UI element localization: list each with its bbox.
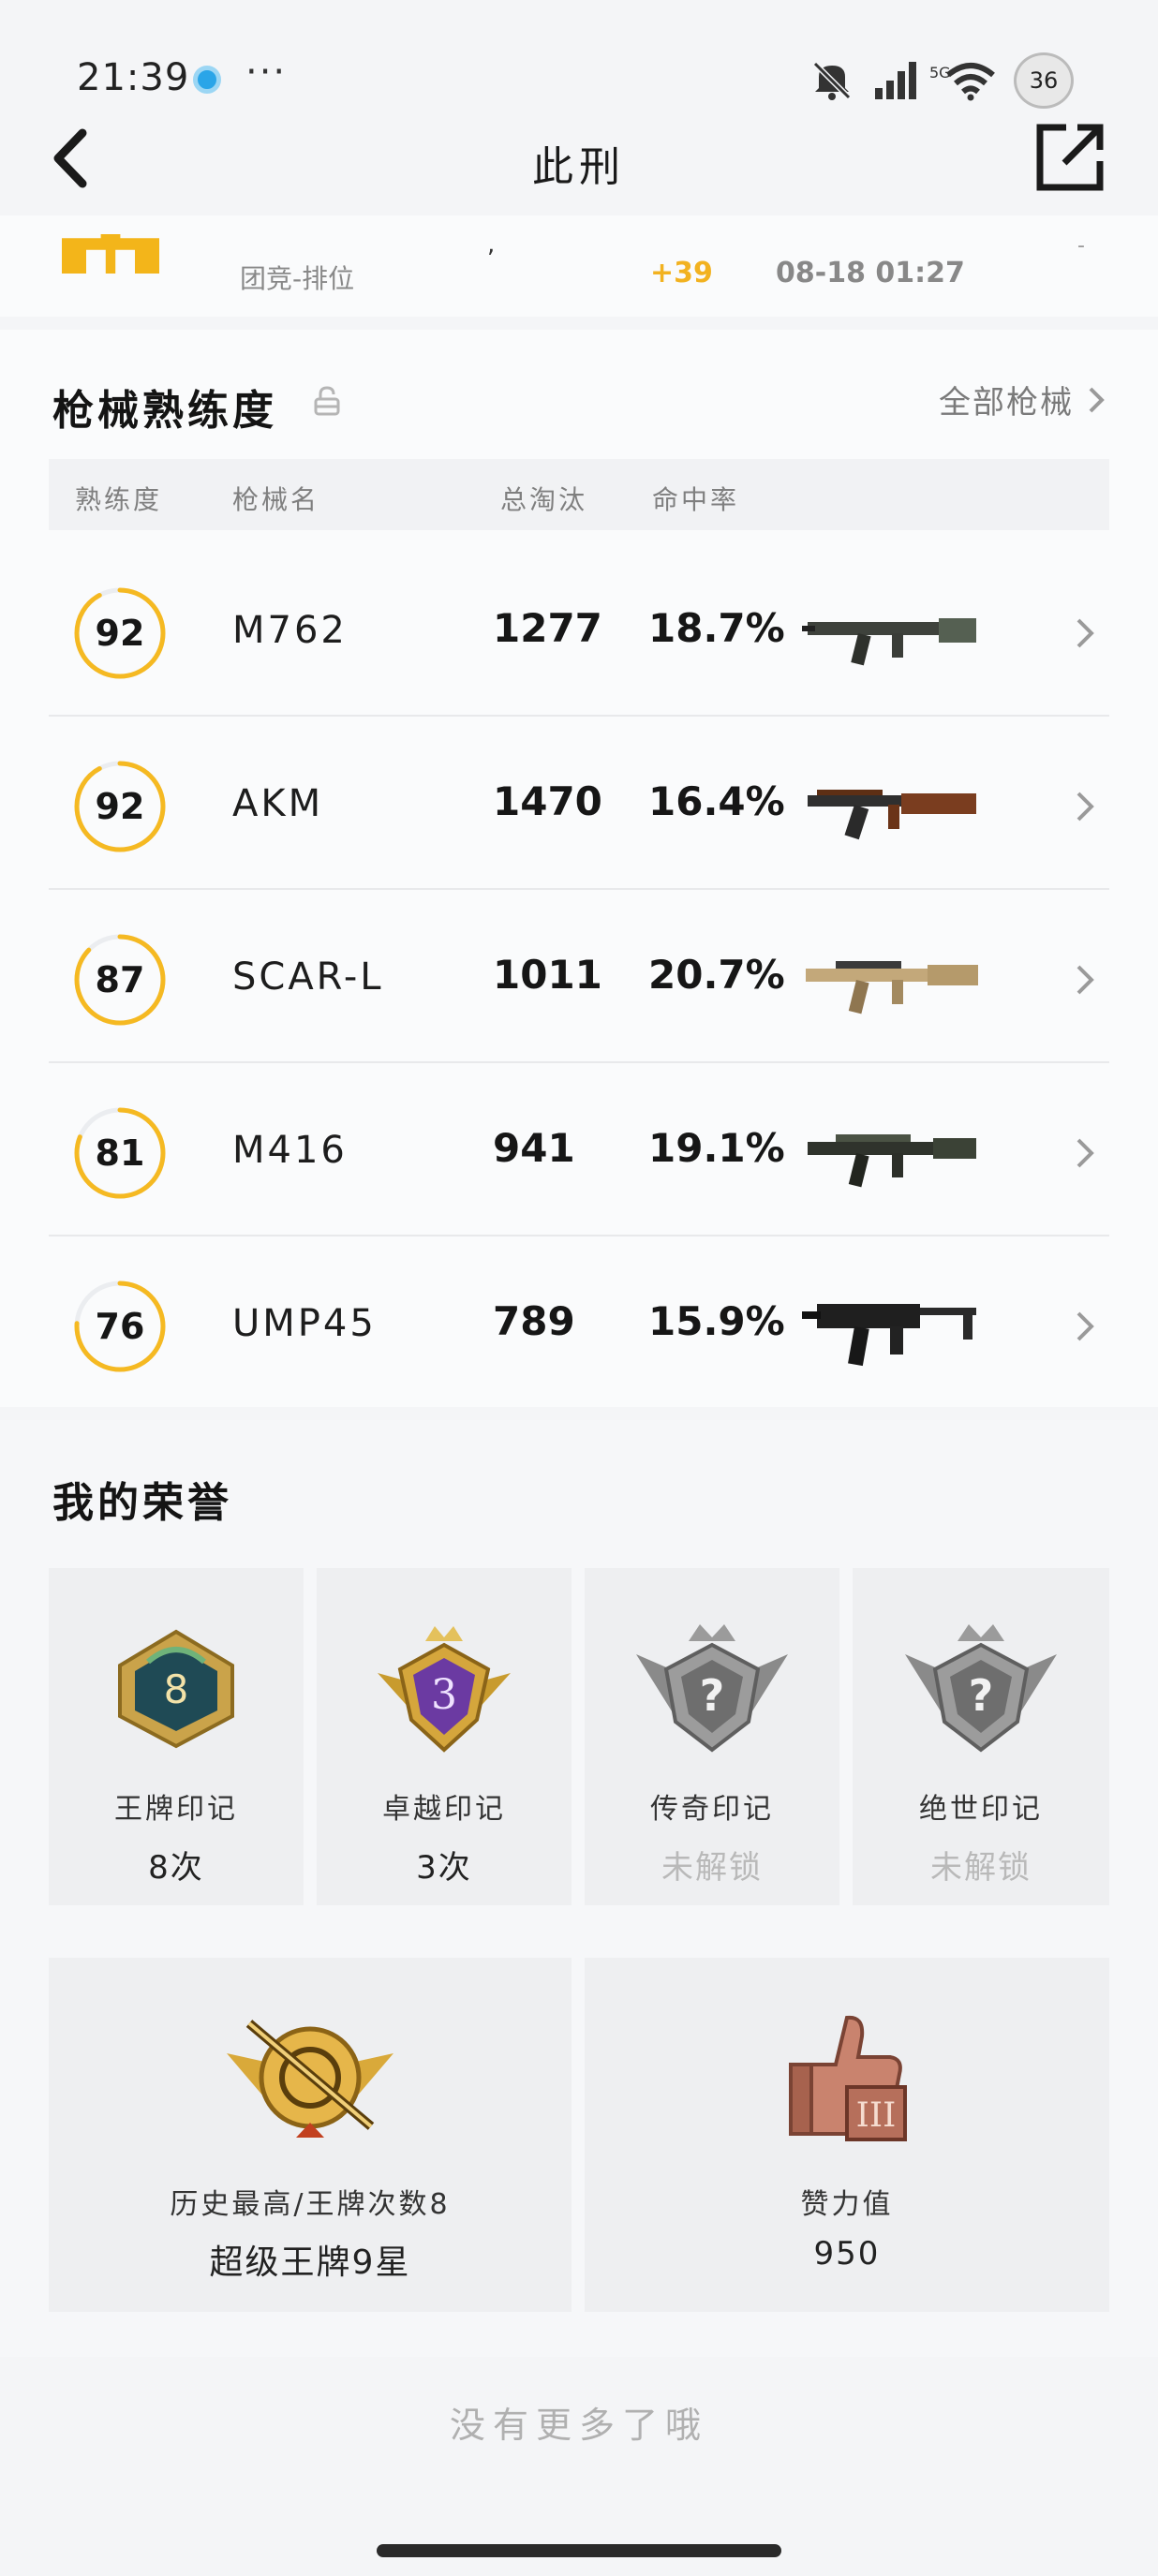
- honor-label: 绝世印记: [919, 1793, 1043, 1826]
- weapon-hit-rate: 19.1%: [648, 1125, 785, 1171]
- proficiency-value: 81: [95, 1133, 145, 1174]
- ace-mark-badge-icon: 8: [118, 1629, 234, 1749]
- wifi-icon: [946, 63, 995, 101]
- weapon-row[interactable]: 81 M416 941 19.1%: [49, 1063, 1109, 1236]
- honor-card-peerless[interactable]: ? 绝世印记 未解锁: [853, 1568, 1109, 1905]
- chevron-right-icon: [1076, 618, 1094, 648]
- thumbs-up-badge-icon: III: [789, 2015, 907, 2141]
- peerless-mark-badge-icon: ?: [905, 1624, 1057, 1753]
- section-title: 我的荣誉: [52, 1479, 232, 1527]
- match-time: 08-18 01:27: [776, 257, 965, 289]
- honor-card-ace[interactable]: 8 王牌印记 8次: [49, 1568, 304, 1905]
- rank-logo-icon: [62, 234, 159, 274]
- honor-card-highest-rank[interactable]: 历史最高/王牌次数8 超级王牌9星: [49, 1958, 572, 2312]
- chevron-right-icon: [1089, 387, 1105, 412]
- weapon-proficiency-section: 枪械熟练度 全部枪械 熟练度 枪械名 总淘汰 命中率 92 M762 1277 18.…: [0, 330, 1158, 1407]
- proficiency-value: 76: [95, 1306, 145, 1347]
- status-bar: 21:39 ··· 5G 36: [0, 0, 1158, 122]
- badge-symbol: ?: [969, 1670, 994, 1721]
- weapon-row[interactable]: 92 AKM 1470 16.4%: [49, 717, 1109, 890]
- honor-card-legend[interactable]: ? 传奇印记 未解锁: [585, 1568, 839, 1905]
- weapon-kills: 1277: [493, 605, 602, 651]
- network-type: 5G: [929, 64, 951, 81]
- honor-value: 950: [813, 2235, 881, 2273]
- weapon-name: M762: [232, 609, 348, 652]
- all-weapons-link[interactable]: 全部枪械: [939, 377, 1106, 422]
- header-proficiency: 熟练度: [75, 484, 163, 515]
- header-weapon-name: 枪械名: [232, 484, 320, 515]
- honor-card-excellence[interactable]: 3 卓越印记 3次: [317, 1568, 572, 1905]
- match-mode: 团竞-排位: [240, 263, 355, 294]
- weapon-name: AKM: [232, 782, 324, 825]
- page-title: 此刑: [532, 143, 626, 191]
- proficiency-value: 92: [95, 613, 145, 654]
- table-header: 熟练度 枪械名 总淘汰 命中率: [49, 459, 1109, 530]
- excellence-mark-badge-icon: 3: [378, 1626, 511, 1753]
- honors-section: 我的荣誉 8 王牌印记 8次 3 卓越印记 3次 ? 传奇印记 未解锁 ? 绝世…: [0, 1420, 1158, 2357]
- proficiency-value: 87: [95, 959, 145, 1000]
- weapon-row[interactable]: 76 UMP45 789 15.9%: [49, 1236, 1109, 1410]
- rank-delta: +39: [650, 257, 713, 289]
- honor-label: 传奇印记: [650, 1793, 774, 1826]
- m762-rifle-icon: [802, 618, 976, 666]
- weapon-hit-rate: 15.9%: [648, 1298, 785, 1344]
- weapon-kills: 1470: [493, 778, 602, 824]
- honor-value: 未解锁: [930, 1849, 1032, 1887]
- akm-rifle-icon: [808, 790, 976, 840]
- chevron-right-icon: [1076, 1138, 1094, 1168]
- honor-label: 王牌印记: [114, 1793, 238, 1826]
- badge-number: 3: [431, 1671, 457, 1719]
- header-hit-rate: 命中率: [652, 484, 740, 515]
- honor-value: 超级王牌9星: [209, 2243, 411, 2282]
- super-ace-badge-icon: [227, 2020, 393, 2138]
- mute-icon: [812, 61, 852, 100]
- m416-rifle-icon: [808, 1134, 976, 1188]
- weapon-kills: 1011: [493, 952, 602, 998]
- weapon-kills: 941: [493, 1125, 575, 1171]
- honor-value: 3次: [416, 1849, 472, 1887]
- chevron-right-icon: [1076, 965, 1094, 995]
- nav-bar: 此刑: [0, 112, 1158, 215]
- svg-text:III: III: [856, 2096, 897, 2135]
- home-indicator[interactable]: [377, 2544, 781, 2557]
- weapon-row[interactable]: 92 M762 1277 18.7%: [49, 543, 1109, 717]
- section-title: 枪械熟练度: [52, 387, 277, 435]
- app-notification-icon: [193, 66, 221, 94]
- weapon-kills: 789: [493, 1298, 575, 1344]
- no-more-text: 没有更多了哦: [449, 2405, 708, 2446]
- ump45-smg-icon: [802, 1304, 976, 1367]
- honor-label: 赞力值: [800, 2188, 894, 2221]
- header-kills: 总淘汰: [500, 484, 588, 515]
- match-record-row[interactable]: 团竞-排位 , +39 08-18 01:27 -: [0, 215, 1158, 317]
- match-extra: -: [1077, 234, 1085, 258]
- weapon-hit-rate: 16.4%: [648, 778, 785, 824]
- proficiency-value: 92: [95, 786, 145, 827]
- weapon-name: UMP45: [232, 1302, 377, 1345]
- legend-mark-badge-icon: ?: [636, 1624, 788, 1753]
- signal-icon: [875, 62, 916, 99]
- more-notifications-icon: ···: [245, 51, 288, 94]
- weapon-hit-rate: 18.7%: [648, 605, 785, 651]
- weapon-hit-rate: 20.7%: [648, 952, 785, 998]
- honor-value: 未解锁: [661, 1849, 763, 1887]
- chevron-right-icon: [1076, 792, 1094, 822]
- share-icon[interactable]: [1034, 122, 1106, 193]
- weapon-name: SCAR-L: [232, 955, 384, 999]
- battery-icon: 36: [1014, 52, 1074, 109]
- cell-signal: 5G: [871, 60, 951, 101]
- badge-symbol: ?: [700, 1670, 725, 1721]
- honor-label: 卓越印记: [382, 1793, 506, 1826]
- weapon-name: M416: [232, 1129, 348, 1172]
- all-weapons-label: 全部枪械: [939, 384, 1074, 422]
- scar-l-rifle-icon: [806, 961, 978, 1014]
- badge-number: 8: [164, 1666, 189, 1712]
- honor-card-likes[interactable]: III 赞力值 950: [585, 1958, 1109, 2312]
- chevron-right-icon: [1076, 1311, 1094, 1341]
- honor-value: 8次: [148, 1849, 204, 1887]
- honor-label: 历史最高/王牌次数8: [170, 2188, 451, 2221]
- status-time: 21:39: [77, 56, 190, 99]
- weapon-row[interactable]: 87 SCAR-L 1011 20.7%: [49, 890, 1109, 1063]
- match-placement: ,: [487, 230, 496, 259]
- lock-icon[interactable]: [313, 386, 341, 416]
